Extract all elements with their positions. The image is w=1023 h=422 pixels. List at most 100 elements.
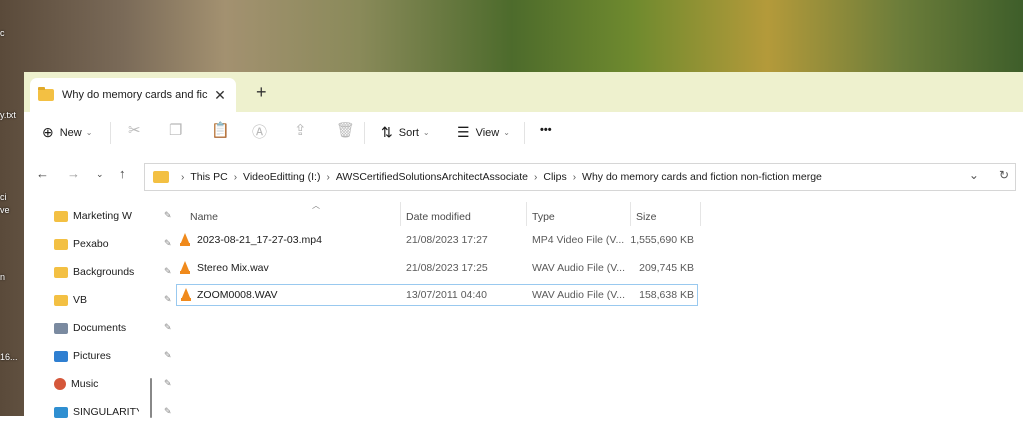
up-arrow-icon[interactable]: ↑ <box>119 166 126 181</box>
copy-icon[interactable]: ❐ <box>169 121 182 139</box>
chevron-right-icon[interactable]: › <box>234 172 237 183</box>
toolbar-divider <box>110 122 111 144</box>
file-size: 158,638 KB <box>639 289 694 301</box>
desktop-label: y.txt <box>0 110 16 120</box>
close-tab-icon[interactable]: ✕ <box>212 87 228 104</box>
sidebar-item-label: Music <box>71 378 99 390</box>
file-row[interactable]: Stereo Mix.wav 21/08/2023 17:25 WAV Audi… <box>176 258 698 280</box>
desktop-label: ve <box>0 205 10 215</box>
delete-icon[interactable]: 🗑 <box>336 121 355 139</box>
sidebar-item-backgrounds[interactable]: Backgrounds ✎ <box>54 262 172 282</box>
address-bar[interactable]: › This PC › VideoEditting (I:) › AWSCert… <box>144 163 1016 191</box>
desktop-label: 16... <box>0 352 18 362</box>
toolbar-divider <box>364 122 365 144</box>
sidebar-item-vb[interactable]: VB ✎ <box>54 290 172 310</box>
desktop-label: c <box>0 28 5 38</box>
breadcrumb-item[interactable]: Clips <box>543 171 566 183</box>
pin-icon: ✎ <box>164 238 172 248</box>
breadcrumb-item[interactable]: VideoEditting (I:) <box>243 171 320 183</box>
pin-icon: ✎ <box>164 210 172 220</box>
sidebar-item-music[interactable]: Music ✎ <box>54 374 172 394</box>
file-row-selected[interactable]: ZOOM0008.WAV 13/07/2011 04:40 WAV Audio … <box>176 284 698 306</box>
sidebar-item-label: SINGULARITY <box>73 406 139 418</box>
sidebar-scrollbar[interactable] <box>150 378 152 418</box>
file-type: WAV Audio File (V... <box>532 262 625 274</box>
plus-circle-icon: ⊕ <box>42 124 54 140</box>
sidebar-item-label: Marketing W <box>73 210 132 222</box>
column-divider[interactable] <box>630 202 631 226</box>
folder-icon <box>54 238 68 250</box>
cut-icon[interactable]: ✂ <box>128 121 141 139</box>
address-history-icon[interactable]: ⌄ <box>969 168 979 182</box>
file-size: 209,745 KB <box>639 262 694 274</box>
chevron-right-icon[interactable]: › <box>326 172 329 183</box>
sort-button-label: Sort <box>398 126 419 139</box>
paste-icon[interactable]: 📋 <box>211 121 230 139</box>
view-button[interactable]: ☰ View ⌄ <box>457 124 510 141</box>
chevron-right-icon[interactable]: › <box>181 172 184 183</box>
breadcrumb-item[interactable]: Why do memory cards and fiction non-fict… <box>582 171 822 183</box>
sidebar-item-documents[interactable]: Documents ✎ <box>54 318 172 338</box>
forward-arrow-icon[interactable]: → <box>67 166 80 181</box>
pin-icon: ✎ <box>164 294 172 304</box>
new-button[interactable]: ⊕ New ⌄ <box>42 124 92 141</box>
column-header-date[interactable]: Date modified <box>406 207 471 227</box>
pin-icon: ✎ <box>164 378 172 388</box>
back-arrow-icon[interactable]: ← <box>36 166 49 181</box>
share-icon[interactable]: ⇪ <box>294 121 307 139</box>
view-list-icon: ☰ <box>457 124 470 140</box>
chevron-right-icon[interactable]: › <box>573 172 576 183</box>
column-divider[interactable] <box>700 202 701 226</box>
sidebar-item-label: Pexabo <box>73 238 109 250</box>
file-row[interactable]: 2023-08-21_17-27-03.mp4 21/08/2023 17:27… <box>176 230 698 252</box>
new-tab-button[interactable]: + <box>256 82 267 103</box>
more-options-button[interactable]: ••• <box>540 124 552 136</box>
chevron-right-icon[interactable]: › <box>534 172 537 183</box>
file-name: Stereo Mix.wav <box>197 262 269 274</box>
vlc-file-icon <box>181 288 191 301</box>
column-header-type[interactable]: Type <box>532 207 555 227</box>
chevron-down-icon: ⌄ <box>503 128 510 137</box>
tab-current-folder[interactable]: Why do memory cards and fic ✕ <box>30 78 236 112</box>
rename-icon[interactable]: Ⓐ <box>252 121 267 142</box>
chevron-down-icon: ⌄ <box>422 128 430 137</box>
address-row: ← → ⌄ ↑ › This PC › VideoEditting (I:) ›… <box>24 157 1023 193</box>
desktop-label: n <box>0 272 6 282</box>
new-button-label: New <box>59 126 82 139</box>
column-divider[interactable] <box>400 202 401 226</box>
recent-locations-icon[interactable]: ⌄ <box>96 169 104 180</box>
navigation-pane: Marketing W ✎ Pexabo ✎ Backgrounds ✎ VB … <box>24 200 172 418</box>
file-type: MP4 Video File (V... <box>532 234 625 246</box>
tab-title: Why do memory cards and fic <box>62 89 208 101</box>
column-divider[interactable] <box>526 202 527 226</box>
view-button-label: View <box>475 126 500 139</box>
desktop-label: ci <box>0 192 7 202</box>
folder-icon <box>38 87 54 101</box>
file-explorer-window: Why do memory cards and fic ✕ + ⊕ New ⌄ … <box>24 72 1023 418</box>
folder-icon <box>54 266 68 278</box>
file-name: 2023-08-21_17-27-03.mp4 <box>197 234 322 246</box>
folder-icon <box>54 210 68 222</box>
pin-icon: ✎ <box>164 322 172 332</box>
breadcrumb-item[interactable]: AWSCertifiedSolutionsArchitectAssociate <box>336 171 528 183</box>
sort-button[interactable]: ⇅ Sort ⌄ <box>381 124 430 141</box>
file-date: 21/08/2023 17:27 <box>406 234 488 246</box>
sidebar-item-label: Documents <box>73 322 127 334</box>
sidebar-item-marketing[interactable]: Marketing W ✎ <box>54 206 172 226</box>
sidebar-item-pexabo[interactable]: Pexabo ✎ <box>54 234 172 254</box>
sidebar-item-singularity[interactable]: SINGULARITY ✎ <box>54 402 172 422</box>
breadcrumb-item[interactable]: This PC <box>190 171 227 183</box>
folder-icon <box>54 294 68 306</box>
sidebar-item-label: Backgrounds <box>73 266 135 278</box>
column-header-name[interactable]: Name <box>190 207 218 227</box>
sidebar-item-pictures[interactable]: Pictures ✎ <box>54 346 172 366</box>
toolbar-divider <box>524 122 525 144</box>
sidebar-item-label: Pictures <box>73 350 111 362</box>
file-date: 21/08/2023 17:25 <box>406 262 488 274</box>
pin-icon: ✎ <box>164 406 172 416</box>
chevron-down-icon: ⌄ <box>85 128 93 137</box>
refresh-icon[interactable]: ↻ <box>999 168 1009 182</box>
file-name: ZOOM0008.WAV <box>197 289 278 301</box>
column-header-size[interactable]: Size <box>636 207 656 227</box>
sort-ascending-icon: ︿ <box>312 201 320 210</box>
